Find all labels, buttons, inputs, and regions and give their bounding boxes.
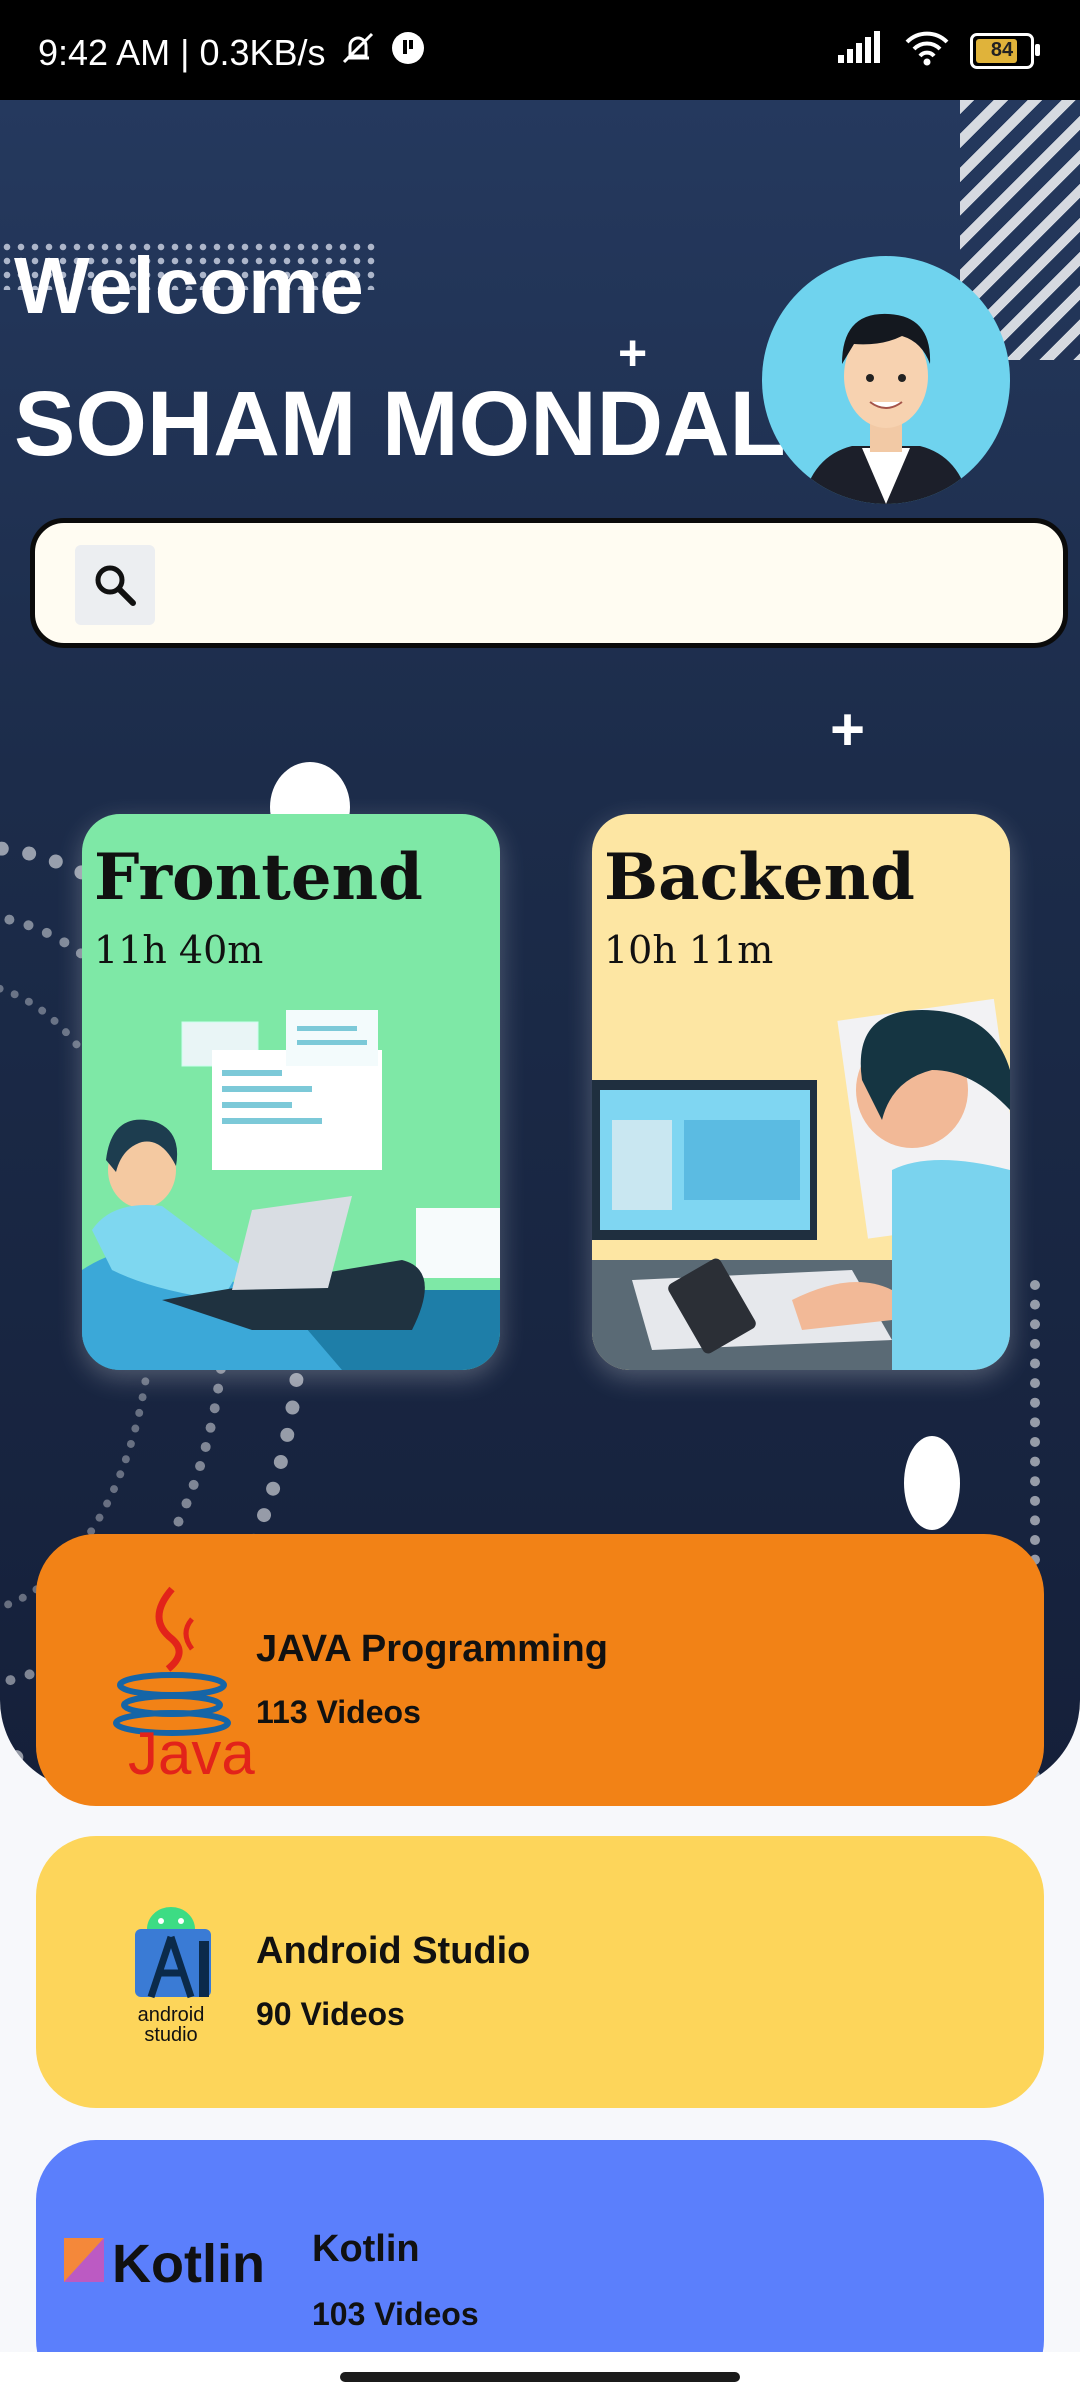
course-title: Android Studio [256, 1930, 531, 1972]
mute-notification-icon [338, 28, 378, 77]
course-video-count: 90 Videos [256, 1996, 405, 2032]
course-title: JAVA Programming [256, 1628, 608, 1670]
wifi-icon [904, 30, 950, 71]
kotlin-logo-text: Kotlin [112, 2234, 265, 2294]
welcome-text: Welcome [14, 241, 364, 330]
category-duration: 11h 40m [94, 928, 264, 972]
status-right: 84 [836, 30, 1040, 71]
status-time: 9:42 AM | 0.3KB/s [38, 31, 326, 73]
course-card-java[interactable]: Java JAVA Programming 113 Videos [36, 1534, 1044, 1806]
battery-icon: 84 [970, 32, 1040, 69]
java-logo-text: Java [128, 1720, 255, 1779]
decorative-plus: + [830, 696, 866, 763]
svg-text:studio: studio [144, 2024, 197, 2046]
search-icon[interactable] [75, 545, 155, 625]
search-bar[interactable] [30, 518, 1068, 648]
signal-icon [836, 31, 884, 70]
home-indicator[interactable] [340, 2372, 740, 2382]
course-title: Kotlin [312, 2228, 420, 2270]
category-duration: 10h 11m [604, 928, 774, 972]
course-video-count: 113 Videos [256, 1694, 421, 1730]
backend-illustration [592, 998, 1010, 1370]
avatar[interactable] [762, 256, 1010, 504]
android-studio-logo-icon: android studio [76, 1876, 266, 2076]
frontend-illustration [82, 1010, 500, 1370]
category-title: Frontend [94, 840, 423, 915]
category-card-frontend[interactable]: Frontend 11h 40m [82, 814, 500, 1370]
svg-text:android: android [138, 2004, 205, 2026]
decorative-plus: + [618, 325, 648, 381]
kotlin-logo-icon: Kotlin [60, 2200, 300, 2320]
status-left: 9:42 AM | 0.3KB/s [38, 28, 426, 77]
category-title: Backend [604, 840, 915, 915]
app-notification-icon [390, 30, 426, 75]
java-logo-icon: Java [76, 1574, 266, 1779]
search-input[interactable] [175, 547, 1039, 625]
decorative-oval [904, 1436, 960, 1530]
battery-level: 84 [990, 39, 1014, 61]
course-card-android-studio[interactable]: android studio Android Studio 90 Videos [36, 1836, 1044, 2108]
course-video-count: 103 Videos [312, 2296, 479, 2332]
username: SOHAM MONDAL [14, 373, 786, 475]
status-bar: 9:42 AM | 0.3KB/s 84 [0, 0, 1080, 100]
category-card-backend[interactable]: Backend 10h 11m [592, 814, 1010, 1370]
